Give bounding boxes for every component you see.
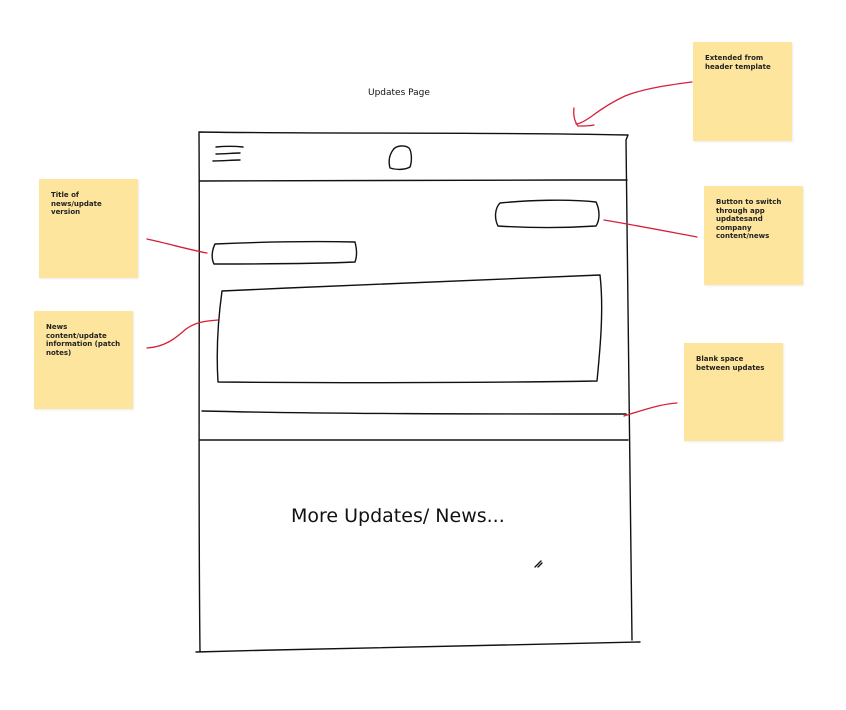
blank-space-annotation-arrow [623, 402, 678, 417]
update-content-outline [216, 274, 603, 384]
blank-space-top-line [201, 410, 627, 415]
phone-frame-outline [195, 131, 641, 653]
blank-space-note: Blank space between updates [684, 343, 783, 441]
switch-button-outline [494, 199, 600, 229]
more-updates-text: More Updates/ News... [291, 505, 505, 527]
title-note: Title of news/update version [39, 179, 138, 278]
content-note: News content/update information (patch n… [34, 311, 133, 409]
logo-icon [388, 145, 413, 171]
resize-doodle-mark [534, 560, 543, 568]
switch-button-annotation-arrow [603, 219, 698, 238]
update-title-outline [211, 240, 358, 265]
title-annotation-arrow [146, 238, 208, 254]
header-divider [199, 179, 628, 182]
content-annotation-arrow [146, 319, 219, 349]
page-title: Updates Page [368, 88, 430, 98]
header-annotation-arrow [575, 81, 693, 125]
switch-button-note: Button to switch through app updatesand … [704, 186, 803, 285]
header-template-note: Extended from header template [693, 42, 792, 141]
wireframe-canvas: Updates Page More Updates/ News... Exten… [0, 0, 846, 710]
hamburger-menu-icon [212, 145, 244, 162]
